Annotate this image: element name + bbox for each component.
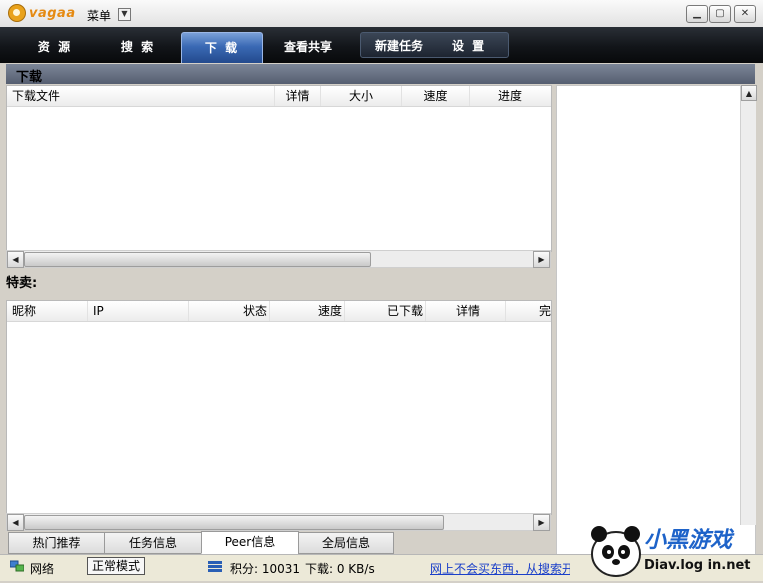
scroll-left-icon[interactable]: ◀ [7, 251, 24, 268]
scroll-right-icon[interactable]: ▶ [533, 251, 550, 268]
scroll-right-icon[interactable]: ▶ [533, 514, 550, 531]
col-details[interactable]: 详情 [426, 301, 506, 321]
scroll-thumb[interactable] [24, 252, 371, 267]
peer-list-header: 昵称 IP 状态 速度 已下载 详情 完 [7, 301, 551, 322]
scroll-left-icon[interactable]: ◀ [7, 514, 24, 531]
tab-task-info[interactable]: 任务信息 [104, 532, 202, 554]
col-downloaded[interactable]: 已下载 [345, 301, 426, 321]
title-bar: vagaa 菜单 ▼ ▁ ▢ ✕ [0, 0, 763, 28]
logo-text: vagaa [29, 5, 76, 21]
menu-button[interactable]: 菜单 [87, 7, 111, 24]
network-label: 网络 [30, 562, 55, 576]
section-title: 下载 [16, 70, 43, 85]
tab-peer-info[interactable]: Peer信息 [201, 531, 299, 554]
col-speed[interactable]: 速度 [270, 301, 345, 321]
download-speed: 下载: 0 KB/s [305, 562, 375, 576]
download-list[interactable]: 下载文件 详情 大小 速度 进度 [6, 85, 552, 252]
watermark-subtext: Diav.log in.net [644, 558, 751, 573]
network-icon [9, 560, 25, 572]
new-task-button[interactable]: 新建任务 [375, 37, 423, 54]
ad-link[interactable]: 网上不会买东西，从搜索开 [430, 560, 570, 577]
col-download-file[interactable]: 下载文件 [12, 86, 275, 106]
main-nav: 资 源 搜 索 下 载 查看共享 新建任务 设 置 [0, 27, 763, 63]
watermark-logo: 小黑游戏 Diav.log in.net [566, 512, 763, 580]
tab-resources[interactable]: 资 源 [20, 32, 90, 62]
col-nickname[interactable]: 昵称 [12, 301, 88, 321]
section-header: 下载 [6, 64, 755, 85]
tab-global-info[interactable]: 全局信息 [298, 532, 394, 554]
tab-view-share[interactable]: 查看共享 [272, 32, 344, 62]
col-complete[interactable]: 完 [507, 301, 551, 321]
scroll-thumb[interactable] [24, 515, 444, 530]
maximize-button[interactable]: ▢ [709, 5, 731, 23]
download-horizontal-scrollbar[interactable]: ◀ ▶ [6, 250, 551, 268]
download-list-header: 下载文件 详情 大小 速度 进度 [7, 86, 551, 107]
side-vertical-scrollbar[interactable]: ▲ [740, 85, 757, 525]
col-progress[interactable]: 进度 [470, 86, 550, 106]
action-group: 新建任务 设 置 [360, 32, 509, 58]
peer-list[interactable]: 昵称 IP 状态 速度 已下载 详情 完 [6, 300, 552, 515]
col-details[interactable]: 详情 [275, 86, 321, 106]
minimize-button[interactable]: ▁ [686, 5, 708, 23]
col-status[interactable]: 状态 [189, 301, 270, 321]
scroll-up-icon[interactable]: ▲ [741, 85, 757, 101]
col-speed[interactable]: 速度 [402, 86, 470, 106]
col-ip[interactable]: IP [93, 301, 189, 321]
side-panel [556, 85, 756, 555]
points-icon [208, 561, 222, 572]
watermark-text: 小黑游戏 [644, 528, 733, 553]
tab-search[interactable]: 搜 索 [103, 32, 173, 62]
tab-hot-recommend[interactable]: 热门推荐 [8, 532, 105, 554]
app-logo: vagaa [8, 4, 76, 22]
col-size[interactable]: 大小 [321, 86, 402, 106]
close-button[interactable]: ✕ [734, 5, 756, 23]
peer-horizontal-scrollbar[interactable]: ◀ ▶ [6, 513, 551, 531]
chevron-down-icon[interactable]: ▼ [118, 8, 131, 21]
points-value: 积分: 10031 [230, 562, 301, 576]
special-offer-label: 特卖: [6, 276, 38, 291]
mode-button[interactable]: 正常模式 [87, 557, 146, 575]
settings-button[interactable]: 设 置 [452, 37, 486, 54]
tab-download[interactable]: 下 载 [181, 32, 263, 63]
vagaa-logo-icon [8, 4, 26, 22]
